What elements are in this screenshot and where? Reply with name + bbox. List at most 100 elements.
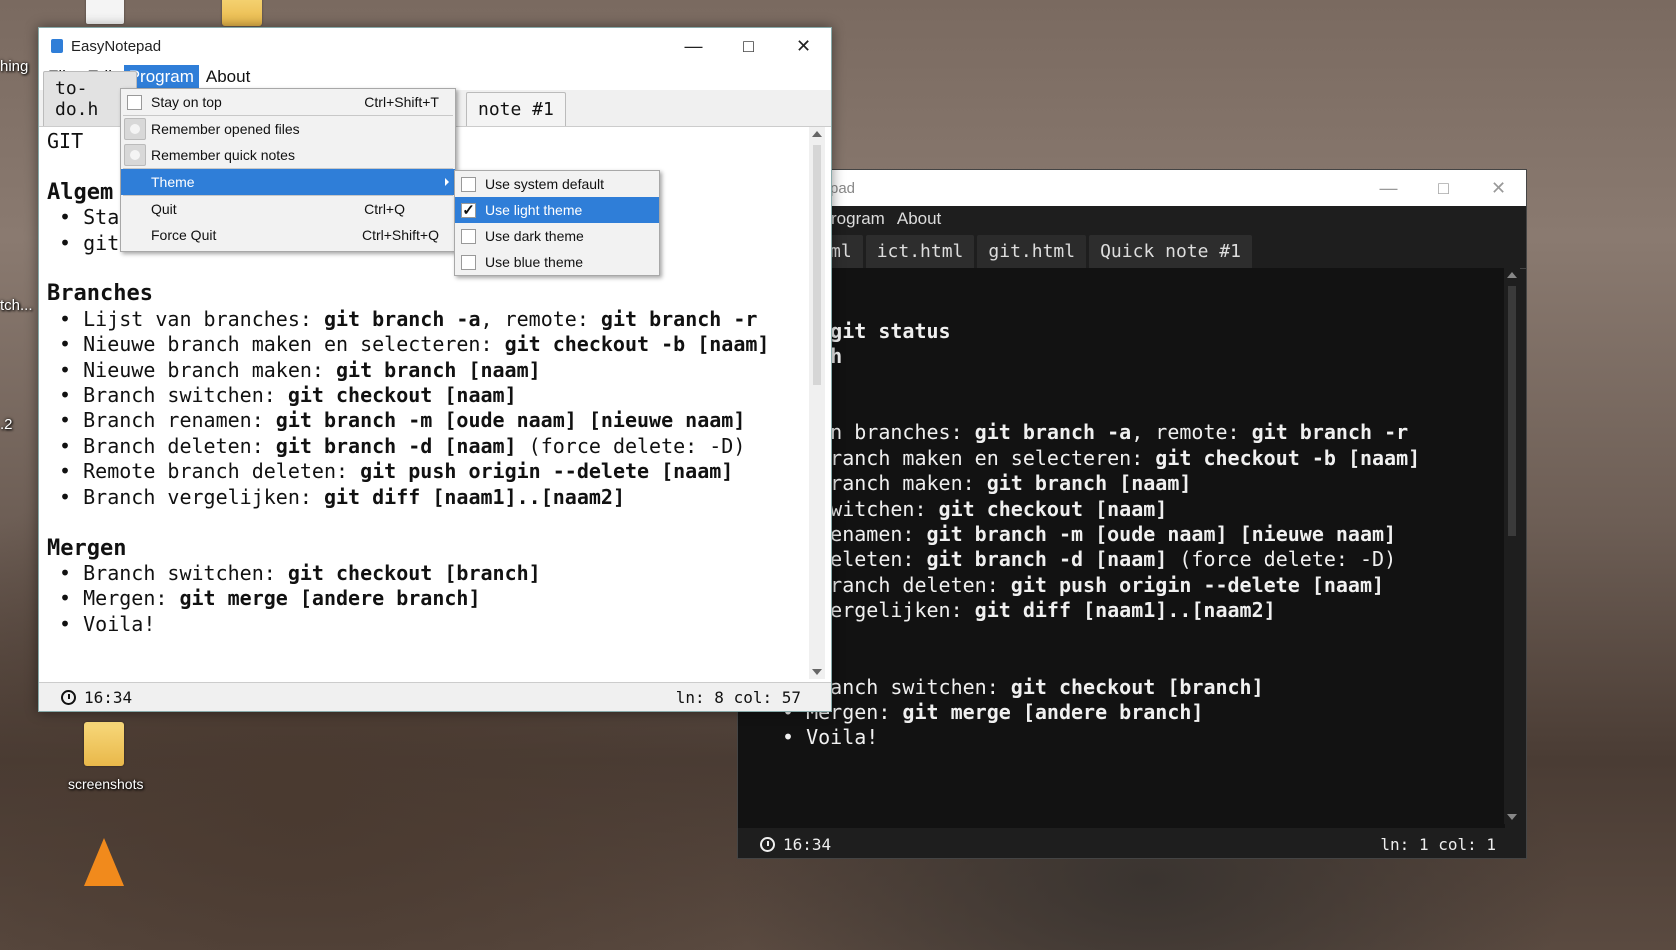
command-text: git merge [andere branch] — [179, 586, 481, 611]
command-text: git branch -d [naam] — [926, 547, 1168, 572]
status-time: 16:34 — [84, 687, 133, 707]
command-text: git branch [naam] — [986, 471, 1192, 496]
scroll-down-arrow[interactable] — [1507, 814, 1517, 820]
line-text: • Branch deleten: — [47, 433, 276, 458]
tab-quick-note-1[interactable]: Quick note #1 — [1089, 235, 1252, 268]
light-menubar: File Edit Program About — [39, 64, 831, 90]
command-text: git branch -r — [1251, 420, 1409, 445]
close-button[interactable]: ✕ — [776, 28, 831, 64]
light-scrollbar[interactable] — [809, 127, 825, 679]
close-button[interactable]: ✕ — [1471, 170, 1526, 206]
stay-on-top-checkbox[interactable] — [127, 94, 142, 110]
desktop-folder-icon[interactable] — [222, 0, 262, 26]
minimize-button[interactable]: — — [1361, 170, 1416, 206]
scroll-thumb[interactable] — [813, 145, 821, 385]
screenshots-folder-icon[interactable] — [84, 722, 124, 766]
line-text: • Voila! — [47, 611, 156, 636]
editor-line: we branch maken en selecteren: git check… — [782, 446, 1505, 471]
menu-about[interactable]: About — [892, 207, 946, 231]
dark-editor[interactable]: enus: git statusfetch est van branches: … — [738, 268, 1505, 828]
menu-item-quit[interactable]: Quit Ctrl+Q — [121, 196, 455, 222]
theme-light-checkbox[interactable]: ✓ — [461, 202, 476, 219]
line-text: • Branch renamen: — [47, 408, 276, 433]
editor-line: en — [782, 293, 1505, 318]
line-text: , remote: — [480, 306, 601, 331]
desktop-label-2[interactable]: tch... — [0, 297, 33, 314]
clock-icon — [61, 689, 76, 705]
stay-on-top-label: Stay on top — [151, 94, 222, 110]
theme-dark-checkbox[interactable] — [461, 228, 476, 244]
menu-item-remember-files[interactable]: Remember opened files — [121, 116, 455, 142]
screenshots-label[interactable]: screenshots — [68, 776, 143, 792]
editor-line: t van branches: git branch -a, remote: g… — [782, 420, 1505, 445]
command-text: git merge [andere branch] — [902, 699, 1204, 724]
dark-scrollbar[interactable] — [1504, 268, 1520, 824]
line-text: • Mergen: — [47, 586, 180, 611]
window-title: EasyNotepad — [71, 37, 162, 55]
editor-line: • Voila! — [47, 612, 809, 637]
command-text: git status — [830, 318, 951, 343]
menu-item-theme[interactable]: Theme — [121, 169, 455, 195]
menu-program[interactable]: rogram — [826, 207, 890, 231]
desktop-file-icon[interactable] — [86, 0, 124, 24]
maximize-button[interactable]: □ — [721, 28, 776, 64]
line-text: • Branch switchen: — [47, 560, 288, 585]
remember-notes-label: Remember quick notes — [151, 147, 295, 163]
scroll-up-arrow[interactable] — [812, 131, 822, 137]
command-text: git checkout [branch] — [1010, 674, 1264, 699]
tab-quick-note-1[interactable]: note #1 — [466, 92, 566, 126]
editor-line: • Branch switchen: git checkout [branch] — [782, 675, 1505, 700]
editor-line: • Branch switchen: git checkout [branch] — [47, 561, 809, 586]
scroll-up-arrow[interactable] — [1507, 272, 1517, 278]
editor-line: te branch deleten: git push origin --del… — [782, 573, 1505, 598]
tab-git-html[interactable]: git.html — [977, 235, 1087, 268]
command-text: git branch -m [oude naam] [nieuwe naam] — [926, 522, 1397, 547]
editor-line: ch vergelijken: git diff [naam1]..[naam2… — [782, 598, 1505, 623]
line-text: Branches — [47, 281, 153, 307]
theme-system-label: Use system default — [485, 176, 605, 192]
menu-item-remember-notes[interactable]: Remember quick notes — [121, 142, 455, 168]
toggle-icon — [124, 144, 146, 166]
menu-about[interactable]: About — [201, 65, 255, 89]
menu-item-theme-light[interactable]: ✓ Use light theme — [455, 197, 659, 223]
desktop-label-3[interactable]: .2 — [0, 416, 13, 433]
command-text: git checkout [branch] — [287, 560, 541, 585]
submenu-arrow-icon — [445, 178, 449, 186]
light-titlebar[interactable]: EasyNotepad — □ ✕ — [39, 28, 831, 64]
command-text: git diff [naam1]..[naam2] — [323, 484, 625, 509]
theme-blue-label: Use blue theme — [485, 254, 584, 270]
vlc-icon[interactable] — [84, 838, 124, 886]
command-text: git branch -m [oude naam] [nieuwe naam] — [275, 408, 746, 433]
theme-label: Theme — [151, 174, 195, 190]
menu-item-theme-dark[interactable]: Use dark theme — [455, 223, 659, 249]
scroll-down-arrow[interactable] — [812, 669, 822, 675]
maximize-button[interactable]: □ — [1416, 170, 1471, 206]
editor-line: • Mergen: git merge [andere branch] — [782, 700, 1505, 725]
line-text: • Lijst van branches: — [47, 306, 324, 331]
dark-notepad-window[interactable]: pad — □ ✕ rogram About ml ict.html git.h… — [737, 169, 1527, 859]
quit-shortcut: Ctrl+Q — [364, 201, 405, 217]
clock-icon — [760, 836, 775, 852]
menu-item-theme-system[interactable]: Use system default — [455, 171, 659, 197]
dark-titlebar[interactable]: pad — □ ✕ — [738, 170, 1526, 206]
tab-ict-html[interactable]: ict.html — [865, 235, 975, 268]
theme-light-label: Use light theme — [485, 202, 583, 218]
command-text: git checkout [naam] — [287, 383, 517, 408]
editor-line: ch deleten: git branch -d [naam] (force … — [782, 547, 1505, 572]
dark-window-title: pad — [830, 179, 856, 197]
minimize-button[interactable]: — — [666, 28, 721, 64]
menu-item-theme-blue[interactable]: Use blue theme — [455, 249, 659, 275]
desktop-label-1[interactable]: hing — [0, 58, 28, 75]
theme-system-checkbox[interactable] — [461, 176, 476, 192]
dark-tab-bar: ml ict.html git.html Quick note #1 — [738, 232, 1526, 269]
line-text: • Nieuwe branch maken: — [47, 357, 336, 382]
scroll-thumb[interactable] — [1508, 286, 1516, 536]
menu-item-force-quit[interactable]: Force Quit Ctrl+Shift+Q — [121, 222, 455, 248]
editor-line: Branches — [47, 281, 809, 306]
menu-item-stay-on-top[interactable]: Stay on top Ctrl+Shift+T — [121, 89, 455, 115]
command-text: git push origin --delete [naam] — [360, 459, 734, 484]
theme-blue-checkbox[interactable] — [461, 254, 476, 270]
